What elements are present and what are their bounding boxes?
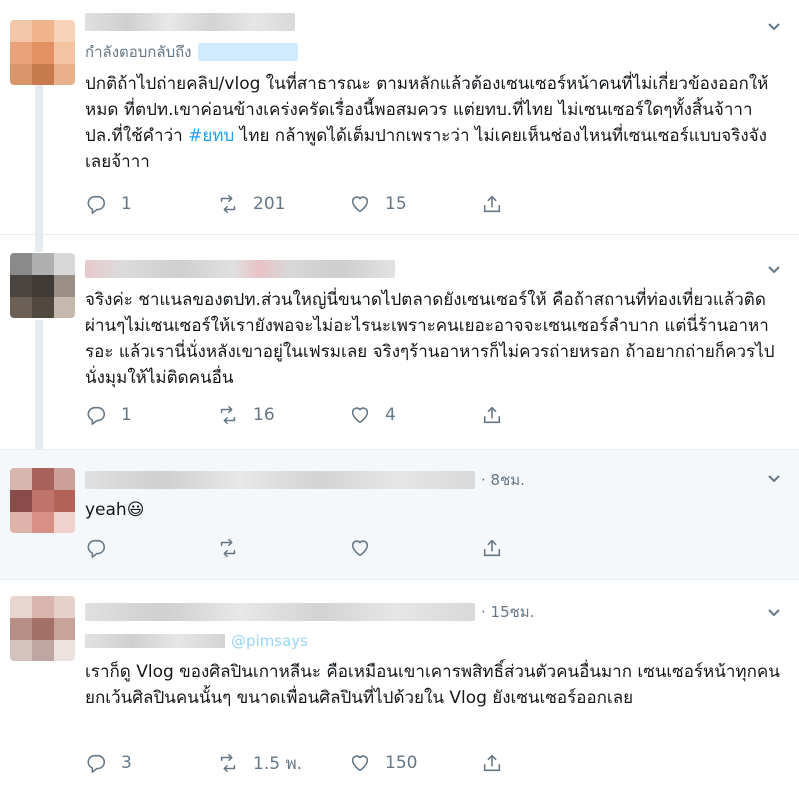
reply-count: 3 xyxy=(121,753,132,773)
heart-icon xyxy=(351,540,369,557)
author-name-blurred[interactable] xyxy=(85,260,395,278)
replying-to: กำลังตอบกลับถึง xyxy=(85,40,298,64)
share-button[interactable] xyxy=(481,193,613,215)
reply-icon xyxy=(87,195,106,214)
retweet-icon xyxy=(220,194,236,214)
share-button[interactable] xyxy=(481,752,613,774)
author-name-blurred[interactable] xyxy=(85,603,475,621)
replying-to-label-blurred xyxy=(85,634,225,648)
retweet-button[interactable]: 201 xyxy=(217,193,349,215)
tweet-menu-button[interactable] xyxy=(761,600,787,626)
heart-icon xyxy=(351,755,369,772)
tweet-actions: 1 201 15 xyxy=(85,190,613,218)
share-button[interactable] xyxy=(481,537,613,559)
tweet-actions: 3 1.5 พ. 150 xyxy=(85,749,613,777)
retweet-icon xyxy=(220,405,236,425)
reply-button[interactable]: 1 xyxy=(85,193,217,215)
reply-icon xyxy=(87,539,106,558)
tweet-header xyxy=(85,10,301,34)
like-count: 15 xyxy=(385,194,407,214)
retweet-count: 201 xyxy=(253,194,286,214)
share-icon xyxy=(483,754,501,772)
author-name-blurred[interactable] xyxy=(85,471,475,489)
share-icon xyxy=(483,406,501,424)
tweet-text: จริงค่ะ ชาแนลของตปท.ส่วนใหญ่นี่ขนาดไปตลา… xyxy=(85,290,775,388)
tweet-menu-button[interactable] xyxy=(761,257,787,283)
tweet[interactable]: จริงค่ะ ชาแนลของตปท.ส่วนใหญ่นี่ขนาดไปตลา… xyxy=(0,235,799,450)
tweet-text: เราก็ดู Vlog ของศิลปินเกาหลีนะ คือเหมือน… xyxy=(85,662,780,708)
reply-icon xyxy=(87,406,106,425)
tweet-menu-button[interactable] xyxy=(761,14,787,40)
like-button[interactable]: 4 xyxy=(349,404,481,426)
tweet-actions: 1 16 4 xyxy=(85,401,613,429)
tweet-text: yeah😃 xyxy=(85,500,145,520)
reply-handle-link[interactable]: @pimsays xyxy=(231,632,308,650)
replying-to-label: กำลังตอบกลับถึง xyxy=(85,43,192,61)
avatar[interactable] xyxy=(10,596,75,661)
tweet-menu-button[interactable] xyxy=(761,466,787,492)
heart-icon xyxy=(351,407,369,424)
tweet-actions xyxy=(85,534,613,562)
reply-count: 1 xyxy=(121,405,132,425)
share-button[interactable] xyxy=(481,404,613,426)
like-count: 4 xyxy=(385,405,396,425)
retweet-button[interactable]: 1.5 พ. xyxy=(217,750,349,777)
avatar[interactable] xyxy=(10,20,75,85)
hashtag-link[interactable]: #ยทบ xyxy=(188,126,234,146)
chevron-down-icon xyxy=(768,475,780,483)
tweet-header xyxy=(85,257,401,281)
like-count: 150 xyxy=(385,753,418,773)
tweet-header: · 8ชม. xyxy=(85,468,525,492)
tweet[interactable]: · 8ชม. yeah😃 xyxy=(0,450,799,580)
tweet-header: · 15ชม. xyxy=(85,600,534,624)
share-icon xyxy=(483,539,501,557)
reply-handle-blurred[interactable] xyxy=(197,43,298,61)
like-button[interactable] xyxy=(349,537,481,559)
avatar[interactable] xyxy=(10,468,75,533)
reply-icon xyxy=(87,754,106,773)
author-name-blurred[interactable] xyxy=(85,13,295,31)
like-button[interactable]: 150 xyxy=(349,752,481,774)
chevron-down-icon xyxy=(768,23,780,31)
chevron-down-icon xyxy=(768,266,780,274)
retweet-icon xyxy=(220,538,236,558)
retweet-count: 1.5 พ. xyxy=(253,753,303,774)
tweet[interactable]: · 15ชม. @pimsays เราก็ดู Vlog ของศิลปินเ… xyxy=(0,580,799,794)
retweet-icon xyxy=(220,753,236,773)
replying-to: @pimsays xyxy=(85,632,308,650)
retweet-count: 16 xyxy=(253,405,275,425)
chevron-down-icon xyxy=(768,609,780,617)
tweet-text: ปกติถ้าไปถ่ายคลิป/vlog ในที่สาธารณะ ตามห… xyxy=(85,74,769,172)
retweet-button[interactable]: 16 xyxy=(217,404,349,426)
heart-icon xyxy=(351,196,369,213)
like-button[interactable]: 15 xyxy=(349,193,481,215)
reply-button[interactable] xyxy=(85,537,217,559)
reply-button[interactable]: 1 xyxy=(85,404,217,426)
tweet[interactable]: กำลังตอบกลับถึง ปกติถ้าไปถ่ายคลิป/vlog ใ… xyxy=(0,0,799,235)
tweet-timestamp[interactable]: · 8ชม. xyxy=(481,468,525,492)
share-icon xyxy=(483,195,501,213)
tweet-timestamp[interactable]: · 15ชม. xyxy=(481,600,534,624)
avatar[interactable] xyxy=(10,253,75,318)
reply-button[interactable]: 3 xyxy=(85,752,217,774)
reply-count: 1 xyxy=(121,194,132,214)
retweet-button[interactable] xyxy=(217,537,349,559)
